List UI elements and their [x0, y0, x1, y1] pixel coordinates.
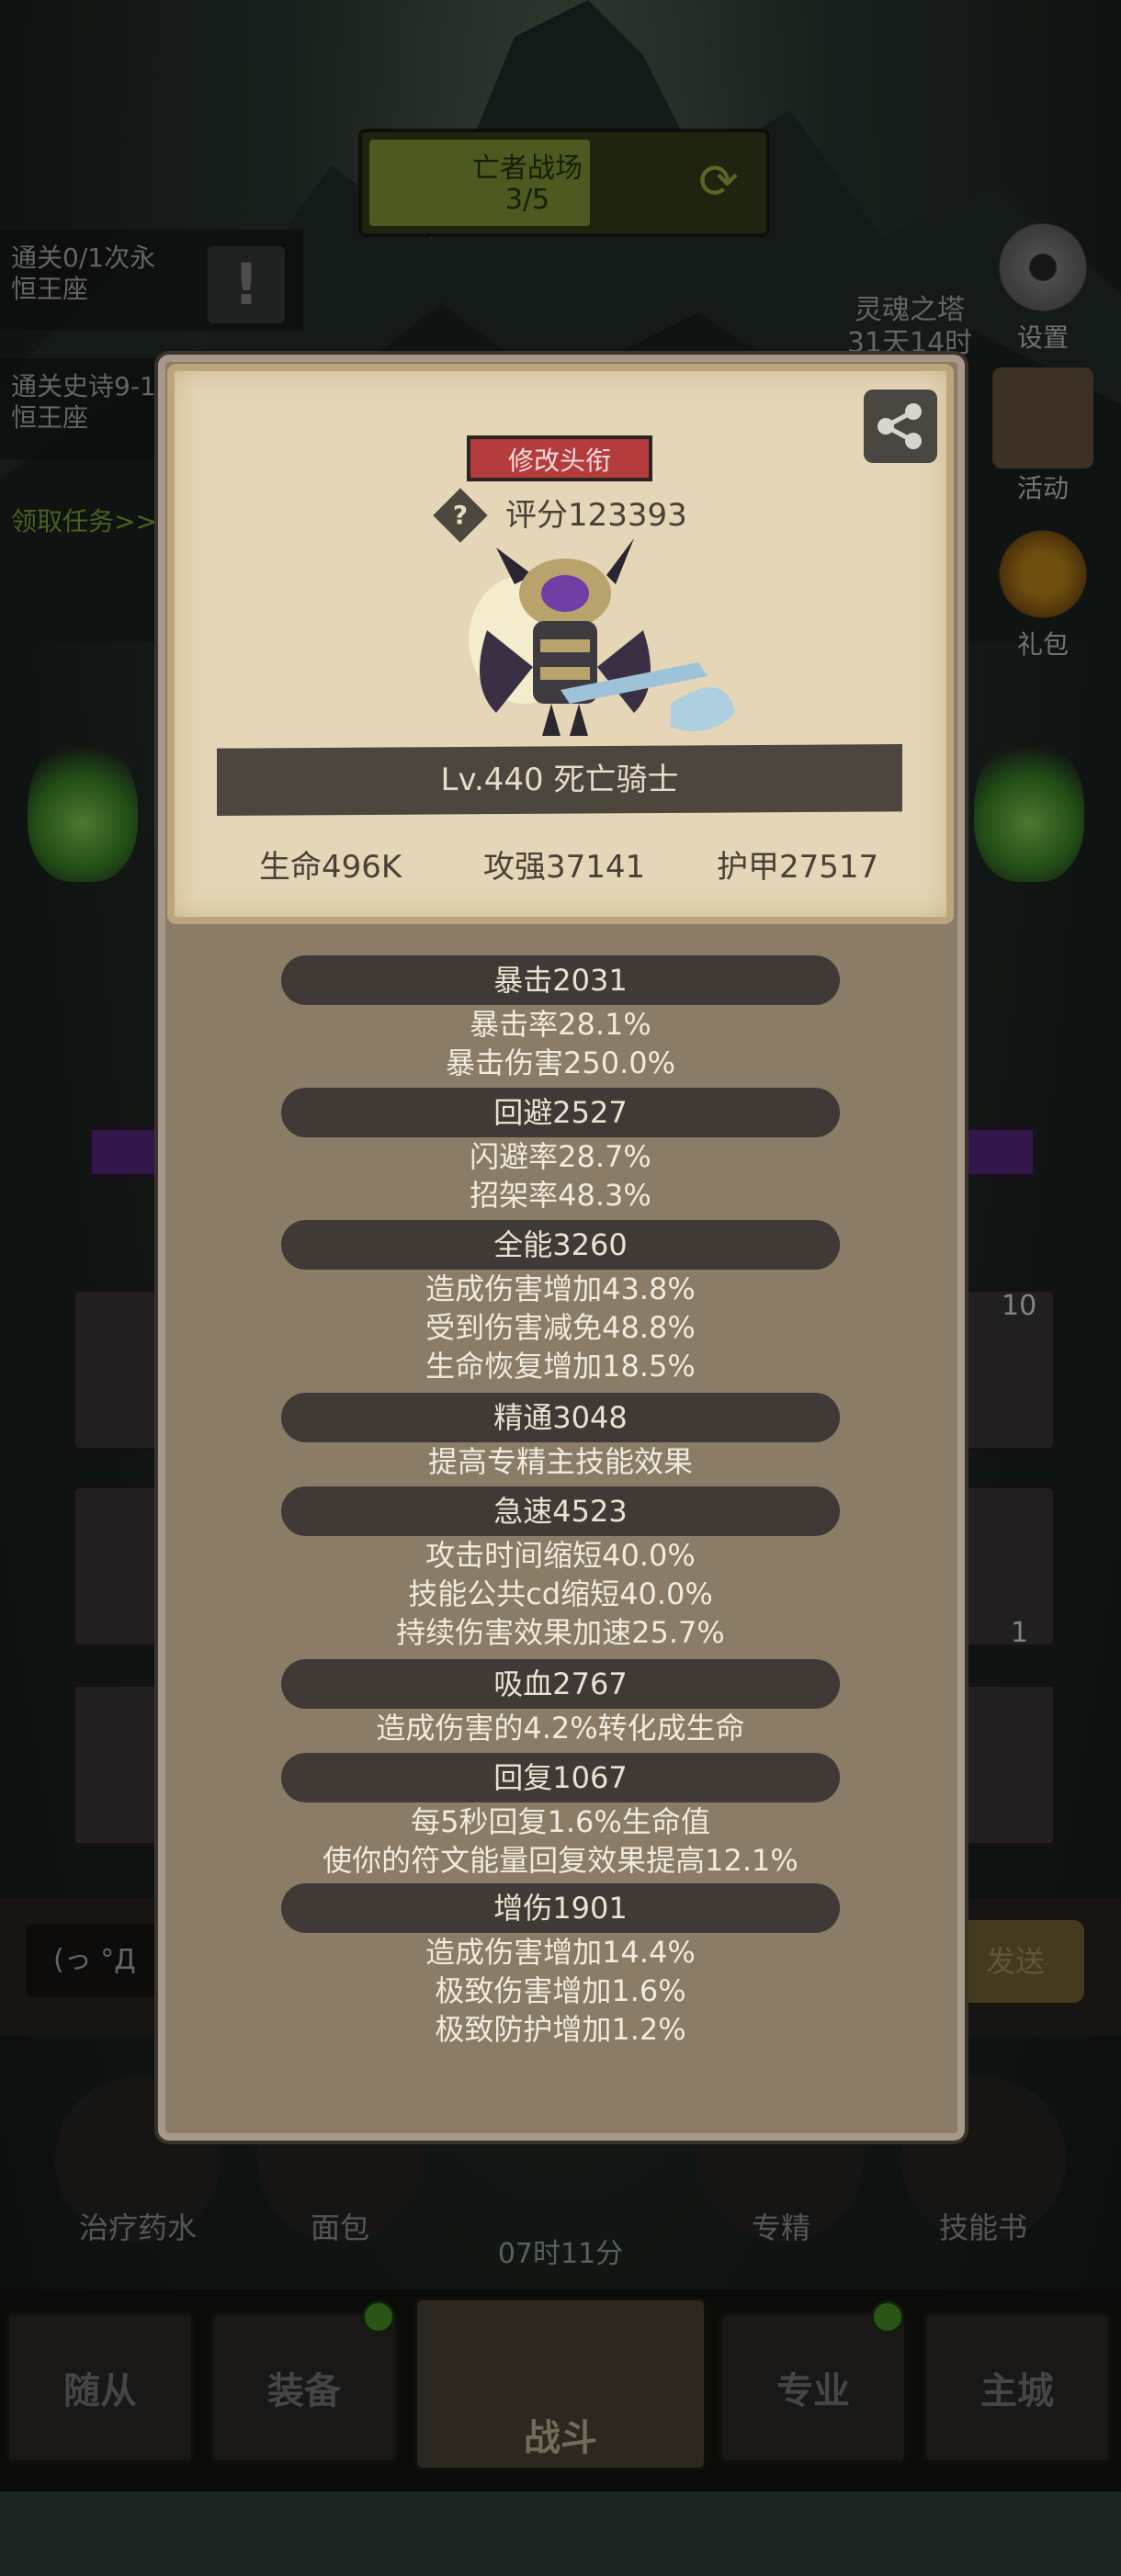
stat-detail: 技能公共cd缩短40.0%	[408, 1576, 713, 1611]
stat-header-crit: 暴击2031	[281, 955, 840, 1005]
stat-detail: 生命恢复增加18.5%	[425, 1349, 696, 1384]
stat-detail: 造成伤害增加43.8%	[425, 1271, 696, 1306]
stat-header-versatility: 全能3260	[281, 1220, 840, 1270]
stat-detail: 极致防护增加1.2%	[435, 2012, 686, 2047]
stat-detail: 受到伤害减免48.8%	[425, 1310, 696, 1345]
stat-detail: 暴击伤害250.0%	[445, 1045, 676, 1080]
stat-detail: 每5秒回复1.6%生命值	[411, 1804, 710, 1839]
stat-detail: 提高专精主技能效果	[427, 1444, 693, 1479]
stat-detail: 持续伤害效果加速25.7%	[396, 1615, 725, 1650]
stat-header-dodge: 回避2527	[281, 1088, 840, 1137]
stat-header-mastery: 精通3048	[281, 1393, 840, 1442]
stat-detail: 极致伤害增加1.6%	[435, 1973, 686, 2008]
death-knight-avatar	[469, 538, 735, 736]
hp-stat: 生命496K	[259, 849, 402, 886]
stat-detail: 闪避率28.7%	[470, 1139, 651, 1174]
stat-header-damage-bonus: 增伤1901	[281, 1883, 840, 1933]
edit-title-button[interactable]: 修改头衔	[467, 435, 652, 481]
share-icon	[878, 403, 922, 449]
stat-detail: 攻击时间缩短40.0%	[425, 1538, 696, 1573]
character-name-bar: Lv.440 死亡骑士	[217, 744, 902, 816]
stat-detail: 造成伤害的4.2%转化成生命	[376, 1711, 745, 1746]
stat-detail: 暴击率28.1%	[470, 1007, 651, 1042]
stat-detail: 使你的符文能量回复效果提高12.1%	[323, 1843, 798, 1878]
stat-detail: 招架率48.3%	[470, 1178, 651, 1213]
stat-header-haste: 急速4523	[281, 1486, 840, 1536]
armor-stat: 护甲27517	[717, 849, 879, 886]
share-button[interactable]	[864, 390, 937, 463]
stat-detail: 造成伤害增加14.4%	[425, 1935, 696, 1970]
stat-header-lifesteal: 吸血2767	[281, 1659, 840, 1709]
stat-header-recovery: 回复1067	[281, 1753, 840, 1802]
attack-stat: 攻强37141	[483, 849, 646, 886]
